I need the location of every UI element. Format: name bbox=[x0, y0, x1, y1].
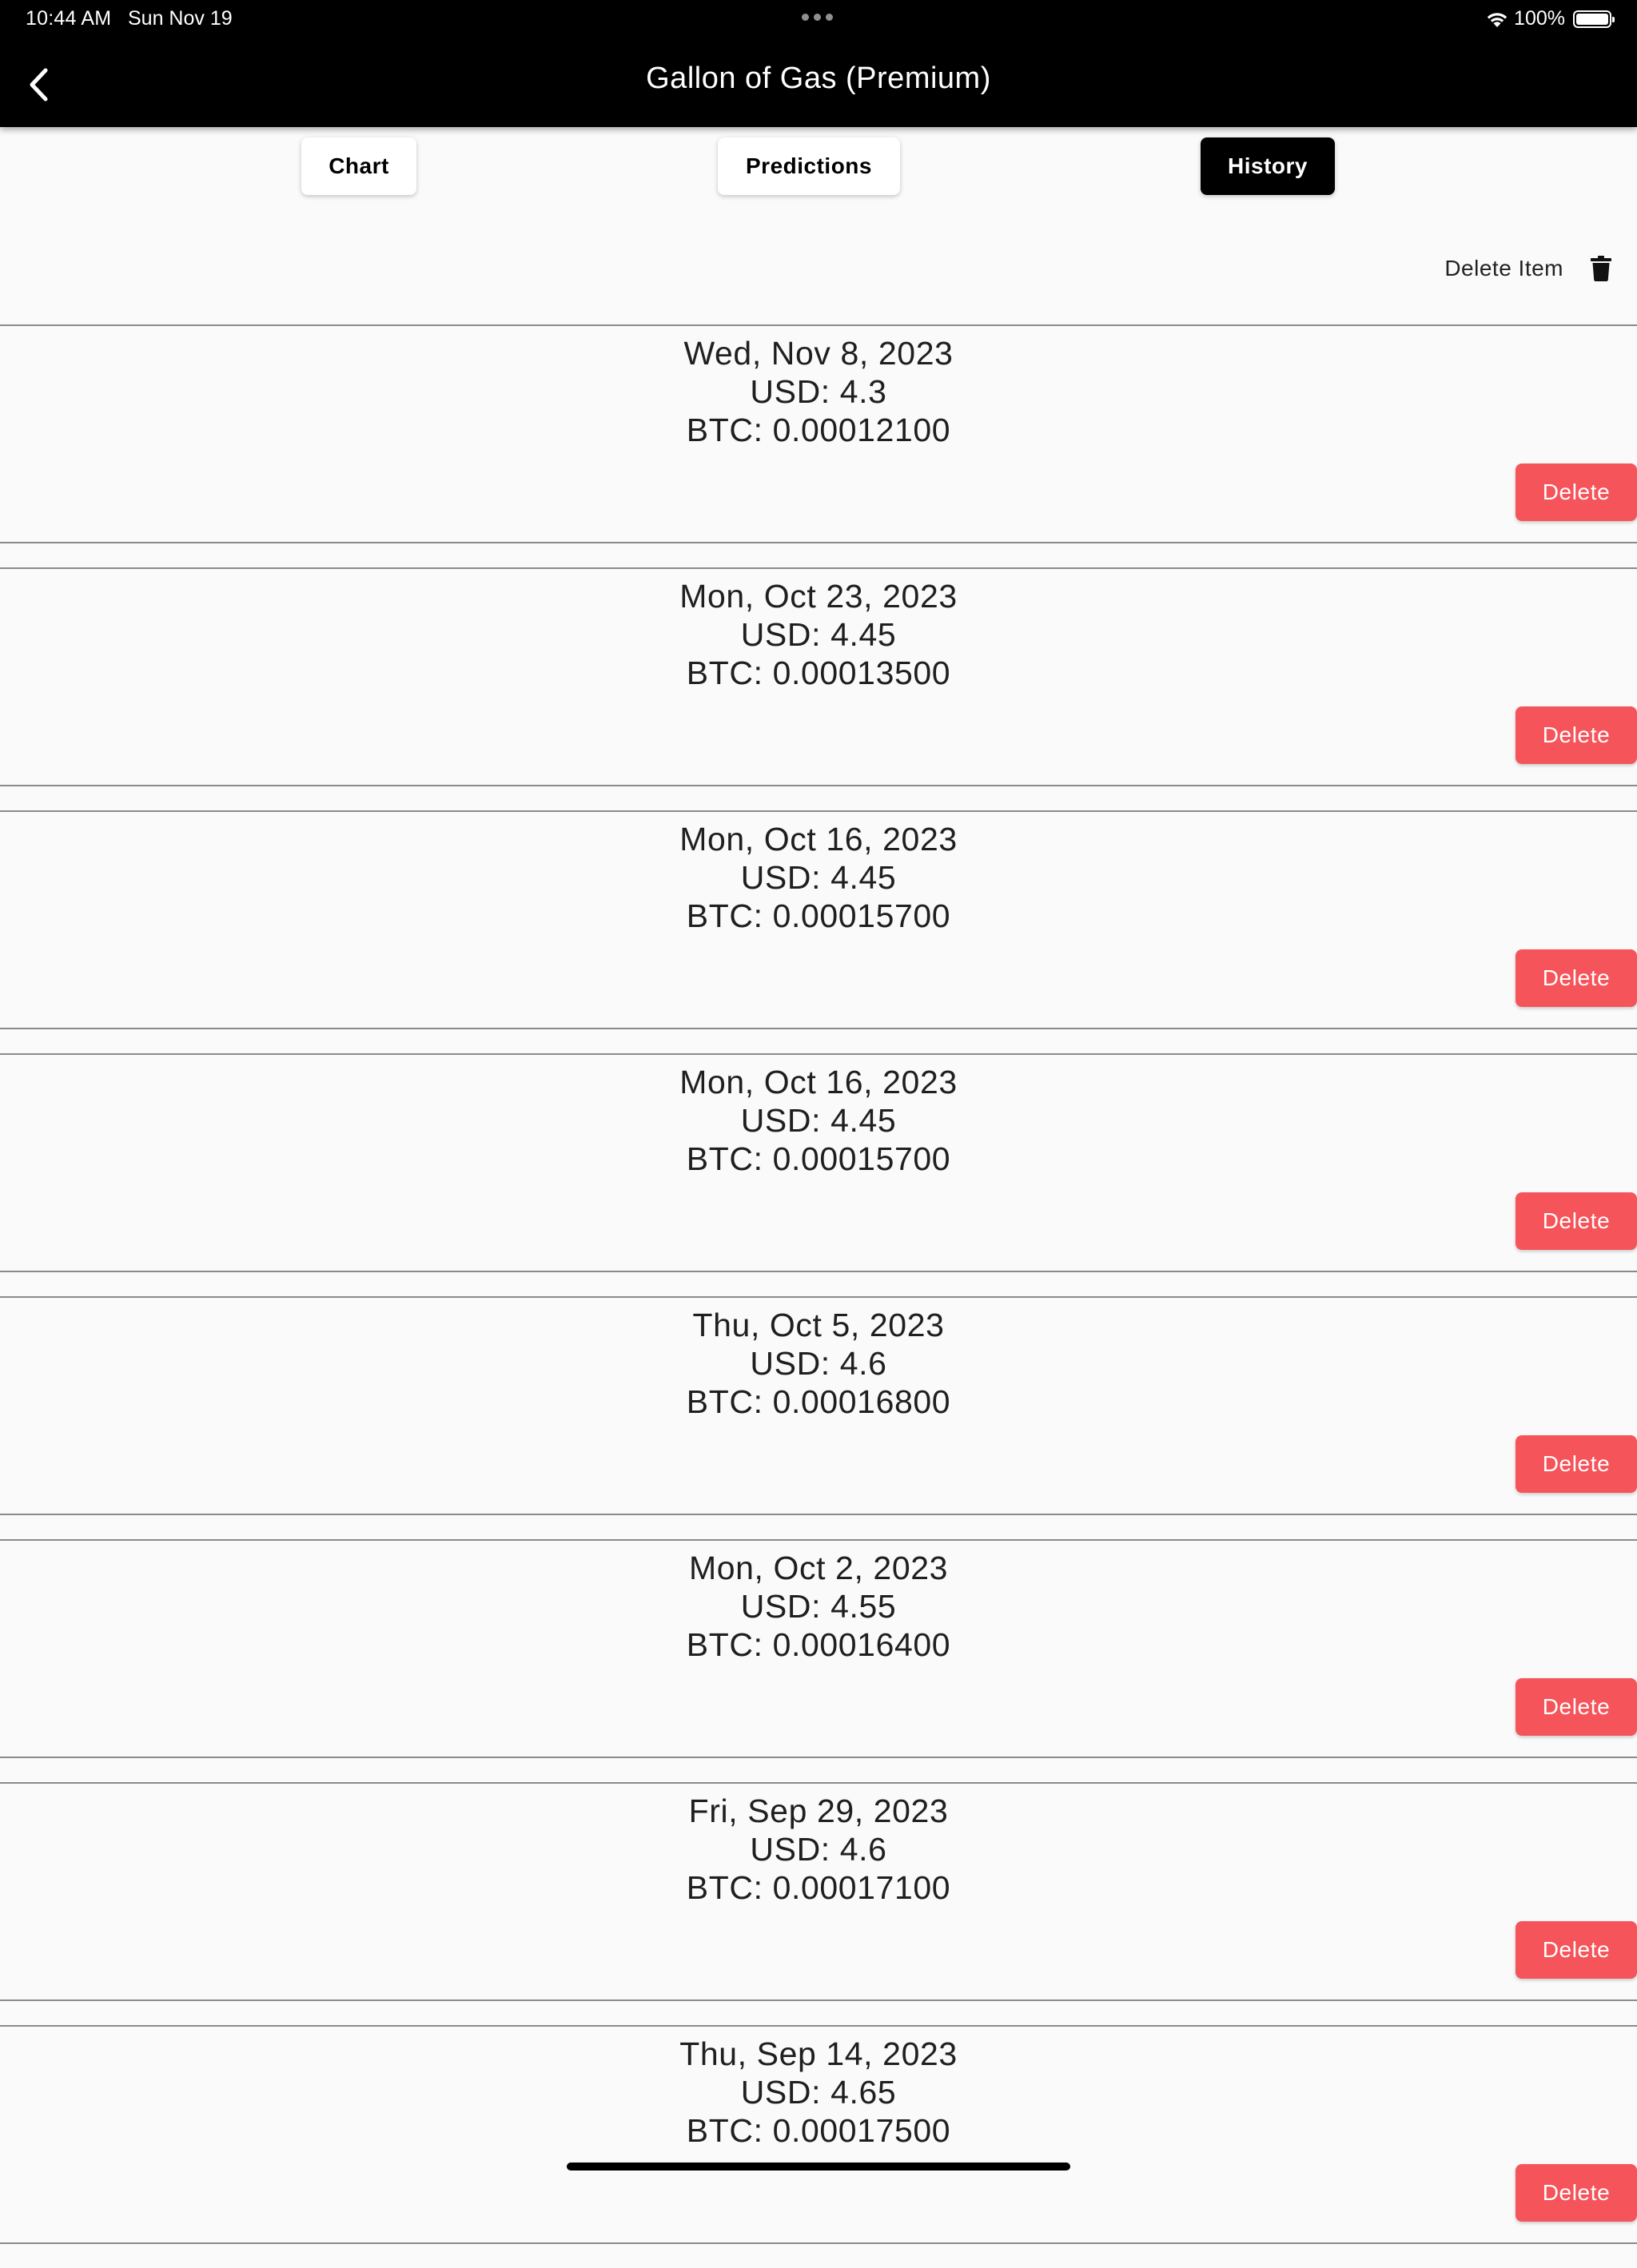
wifi-icon bbox=[1487, 12, 1508, 27]
entry-date: Mon, Oct 16, 2023 bbox=[679, 821, 958, 857]
delete-button[interactable]: Delete bbox=[1516, 1192, 1637, 1250]
history-list: Wed, Nov 8, 2023 USD: 4.3 BTC: 0.0001210… bbox=[0, 324, 1637, 2268]
entry-btc: BTC: 0.00015700 bbox=[686, 897, 951, 934]
entry-usd: USD: 4.65 bbox=[740, 2074, 897, 2111]
delete-button[interactable]: Delete bbox=[1516, 1435, 1637, 1493]
trash-icon[interactable] bbox=[1591, 256, 1611, 281]
home-indicator[interactable] bbox=[567, 2163, 1070, 2171]
history-entry: Thu, Oct 5, 2023 USD: 4.6 BTC: 0.0001680… bbox=[0, 1296, 1637, 1515]
entry-btc: BTC: 0.00016400 bbox=[686, 1626, 951, 1663]
delete-button[interactable]: Delete bbox=[1516, 464, 1637, 521]
delete-button[interactable]: Delete bbox=[1516, 2164, 1637, 2222]
top-bar: 10:44 AM Sun Nov 19 100% Gallon of Gas (… bbox=[0, 0, 1637, 127]
entry-date: Mon, Oct 23, 2023 bbox=[679, 578, 958, 615]
entry-date: Thu, Oct 5, 2023 bbox=[692, 1307, 945, 1343]
tab-predictions[interactable]: Predictions bbox=[718, 137, 900, 195]
status-date: Sun Nov 19 bbox=[128, 7, 233, 30]
entry-usd: USD: 4.45 bbox=[740, 616, 897, 653]
history-entry: Thu, Sep 14, 2023 USD: 4.65 BTC: 0.00017… bbox=[0, 2025, 1637, 2244]
battery-percent: 100% bbox=[1514, 7, 1565, 30]
delete-button[interactable]: Delete bbox=[1516, 1678, 1637, 1736]
entry-btc: BTC: 0.00015700 bbox=[686, 1140, 951, 1177]
delete-item-label: Delete Item bbox=[1444, 256, 1563, 281]
tab-chart[interactable]: Chart bbox=[301, 137, 416, 195]
entry-date: Wed, Nov 8, 2023 bbox=[683, 335, 954, 372]
status-time: 10:44 AM bbox=[26, 7, 112, 30]
history-entry: Mon, Oct 16, 2023 USD: 4.45 BTC: 0.00015… bbox=[0, 1053, 1637, 1272]
entry-btc: BTC: 0.00012100 bbox=[686, 412, 951, 448]
tab-history[interactable]: History bbox=[1201, 137, 1335, 195]
delete-button[interactable]: Delete bbox=[1516, 706, 1637, 764]
entry-date: Mon, Oct 2, 2023 bbox=[688, 1550, 949, 1586]
history-entry: Fri, Sep 29, 2023 USD: 4.6 BTC: 0.000171… bbox=[0, 1782, 1637, 2001]
battery-icon bbox=[1573, 10, 1615, 28]
history-entry: Mon, Oct 2, 2023 USD: 4.55 BTC: 0.000164… bbox=[0, 1539, 1637, 1758]
history-entry: Mon, Oct 23, 2023 USD: 4.45 BTC: 0.00013… bbox=[0, 567, 1637, 786]
history-entry: Wed, Nov 8, 2023 USD: 4.3 BTC: 0.0001210… bbox=[0, 324, 1637, 543]
entry-usd: USD: 4.55 bbox=[740, 1588, 897, 1625]
page-title: Gallon of Gas (Premium) bbox=[646, 62, 991, 95]
entry-usd: USD: 4.45 bbox=[740, 1102, 897, 1139]
entry-usd: USD: 4.3 bbox=[750, 373, 887, 410]
history-entry: Mon, Oct 16, 2023 USD: 4.45 BTC: 0.00015… bbox=[0, 810, 1637, 1029]
delete-button[interactable]: Delete bbox=[1516, 949, 1637, 1007]
entry-date: Thu, Sep 14, 2023 bbox=[679, 2035, 958, 2072]
delete-button[interactable]: Delete bbox=[1516, 1921, 1637, 1979]
entry-btc: BTC: 0.00016800 bbox=[686, 1383, 951, 1420]
entry-date: Mon, Oct 16, 2023 bbox=[679, 1064, 958, 1100]
entry-usd: USD: 4.6 bbox=[750, 1831, 887, 1868]
entry-usd: USD: 4.6 bbox=[750, 1345, 887, 1382]
entry-btc: BTC: 0.00013500 bbox=[686, 655, 951, 691]
entry-usd: USD: 4.45 bbox=[740, 859, 897, 896]
multitasking-dots-icon[interactable] bbox=[802, 14, 833, 21]
entry-btc: BTC: 0.00017500 bbox=[686, 2112, 951, 2149]
entry-btc: BTC: 0.00017100 bbox=[686, 1869, 951, 1906]
delete-item-toolbar: Delete Item bbox=[1444, 256, 1611, 281]
status-right: 100% bbox=[1485, 7, 1615, 30]
entry-date: Fri, Sep 29, 2023 bbox=[688, 1793, 949, 1829]
